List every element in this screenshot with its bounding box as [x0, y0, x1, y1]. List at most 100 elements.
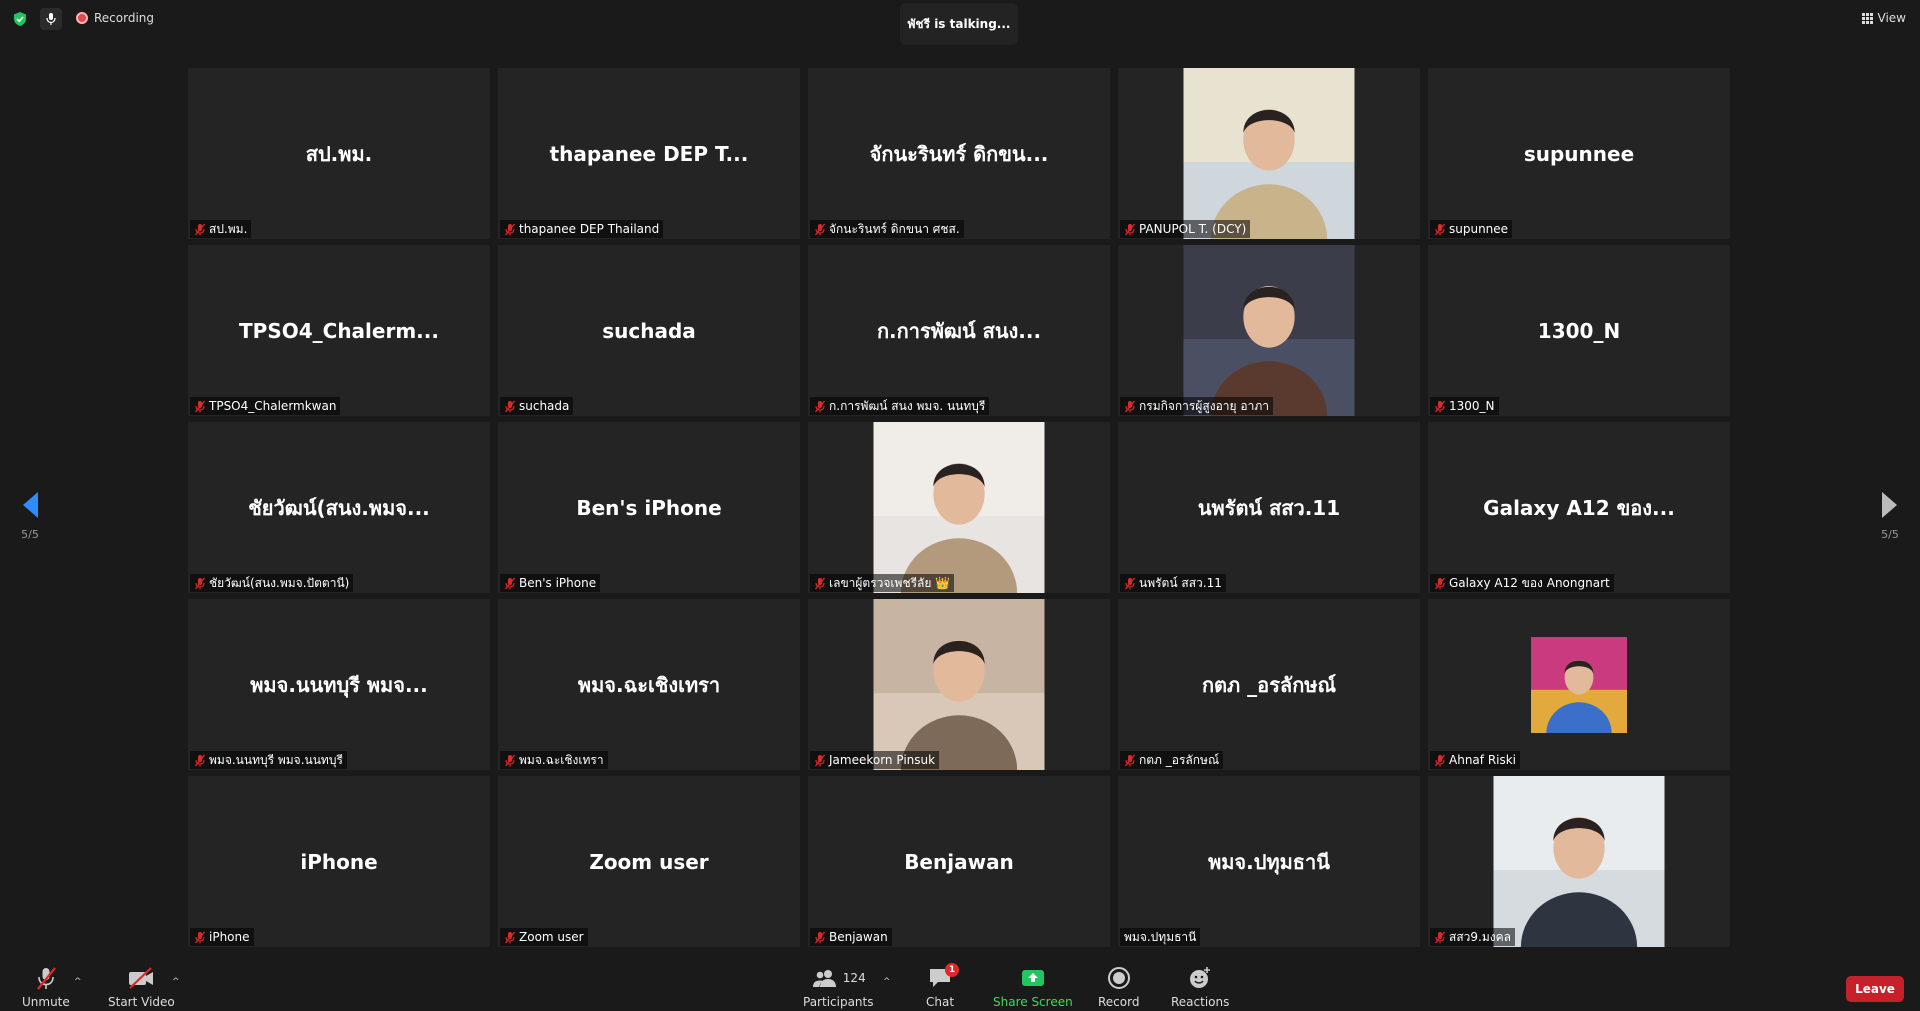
recording-indicator[interactable]: Recording [76, 11, 154, 25]
muted-mic-icon [504, 931, 516, 943]
participant-tile[interactable]: supunnee supunnee [1428, 68, 1730, 239]
leave-button[interactable]: Leave [1846, 976, 1904, 1002]
participant-name-tag: กรมกิจการผู้สูงอายุ อาภา [1120, 397, 1273, 415]
participant-tile[interactable]: Ahnaf Riski [1428, 599, 1730, 770]
participant-tile[interactable]: Jameekorn Pinsuk [808, 599, 1110, 770]
muted-mic-icon [504, 223, 516, 235]
participant-tile[interactable]: Benjawan Benjawan [808, 776, 1110, 947]
participant-name-tag: พมจ.นนทบุรี พมจ.นนทบุรี [190, 751, 347, 769]
participant-video [873, 599, 1045, 770]
reactions-label: Reactions [1171, 995, 1230, 1009]
participant-tile[interactable]: TPSO4_Chalerm... TPSO4_Chalermkwan [188, 245, 490, 416]
page-indicator-left: 5/5 [21, 528, 39, 541]
participant-display-name: thapanee DEP T... [549, 141, 749, 166]
participant-name-label: Zoom user [519, 930, 584, 944]
participant-tile[interactable]: ก.การพัฒน์ สนง... ก.การพัฒน์ สนง พมจ. นน… [808, 245, 1110, 416]
muted-mic-icon [194, 577, 206, 589]
meeting-toolbar: Unmute ^ Start Video ^ 124 Participants … [0, 953, 1920, 1011]
muted-mic-icon [194, 400, 206, 412]
participant-name-label: Benjawan [829, 930, 888, 944]
chat-button[interactable]: 1 Chat [926, 963, 960, 1009]
participant-name-tag: สสว9.มงคล [1430, 928, 1515, 946]
participant-display-name: Galaxy A12 ของ... [1483, 495, 1675, 520]
next-page-button[interactable]: 5/5 [1870, 490, 1910, 541]
participant-display-name: กตภ _อรลักษณ์ [1201, 672, 1337, 697]
participant-tile[interactable]: iPhone iPhone [188, 776, 490, 947]
participant-display-name: Benjawan [904, 849, 1014, 874]
participant-video [873, 422, 1045, 593]
participant-display-name: พมจ.นนทบุรี พมจ... [250, 672, 428, 697]
muted-mic-icon [1434, 577, 1446, 589]
previous-page-button[interactable]: 5/5 [10, 490, 50, 541]
participant-tile[interactable]: จักนะรินทร์ ดิกขน... จักนะรินทร์ ดิกขนา … [808, 68, 1110, 239]
participant-name-label: สสว9.มงคล [1449, 929, 1511, 944]
participant-name-label: iPhone [209, 930, 250, 944]
participants-label: Participants [803, 995, 874, 1009]
participant-name-label: พมจ.นนทบุรี พมจ.นนทบุรี [209, 752, 343, 767]
record-icon [1107, 963, 1131, 993]
record-button[interactable]: Record [1098, 963, 1139, 1009]
muted-mic-icon [33, 963, 59, 993]
start-video-button[interactable]: Start Video [108, 963, 175, 1009]
video-off-icon [127, 963, 155, 993]
audio-options-caret[interactable]: ^ [74, 977, 82, 987]
muted-mic-icon [194, 754, 206, 766]
participant-tile[interactable]: สสว9.มงคล [1428, 776, 1730, 947]
participant-tile[interactable]: พมจ.นนทบุรี พมจ... พมจ.นนทบุรี พมจ.นนทบุ… [188, 599, 490, 770]
participant-tile[interactable]: กรมกิจการผู้สูงอายุ อาภา [1118, 245, 1420, 416]
participant-video [1183, 245, 1355, 416]
participant-display-name: supunnee [1523, 141, 1635, 166]
reactions-button[interactable]: Reactions [1171, 963, 1229, 1009]
muted-mic-icon [814, 577, 826, 589]
participant-tile[interactable]: Ben's iPhone Ben's iPhone [498, 422, 800, 593]
grid-view-icon [1861, 12, 1873, 24]
participant-name-tag: iPhone [190, 928, 254, 946]
participant-name-label: กตภ _อรลักษณ์ [1139, 752, 1220, 767]
participant-tile[interactable]: thapanee DEP T... thapanee DEP Thailand [498, 68, 800, 239]
unmute-button[interactable]: Unmute [22, 963, 70, 1009]
participant-display-name: จักนะรินทร์ ดิกขน... [869, 141, 1049, 166]
participant-tile[interactable]: เลขาผู้ตรวจเพชรีลัย 👑 [808, 422, 1110, 593]
muted-mic-icon [1124, 223, 1136, 235]
chat-badge: 1 [945, 963, 960, 977]
participant-tile[interactable]: สป.พม. สป.พม. [188, 68, 490, 239]
muted-mic-icon [1434, 223, 1446, 235]
participant-tile[interactable]: PANUPOL T. (DCY) [1118, 68, 1420, 239]
participants-button[interactable]: 124 Participants [803, 963, 874, 1009]
chat-icon: 1 [927, 963, 960, 993]
chat-label: Chat [926, 995, 955, 1009]
participant-name-tag: suchada [500, 397, 574, 415]
participant-tile[interactable]: ชัยวัฒน์(สนง.พมจ... ชัยวัฒน์(สนง.พมจ.ปัต… [188, 422, 490, 593]
muted-mic-icon [194, 223, 206, 235]
muted-mic-icon [1434, 754, 1446, 766]
participants-icon-wrap: 124 [811, 963, 866, 993]
active-speaker-banner: พัชรี is talking... [900, 3, 1018, 45]
participant-tile[interactable]: 1300_N 1300_N [1428, 245, 1730, 416]
participant-display-name: suchada [602, 318, 696, 343]
muted-mic-icon [504, 577, 516, 589]
share-screen-button[interactable]: Share Screen [993, 963, 1073, 1009]
participant-tile[interactable]: พมจ.ปทุมธานี พมจ.ปทุมธานี [1118, 776, 1420, 947]
participant-tile[interactable]: Galaxy A12 ของ... Galaxy A12 ของ Anongna… [1428, 422, 1730, 593]
muted-mic-icon [504, 400, 516, 412]
audio-status-icon[interactable] [40, 8, 62, 30]
participants-options-caret[interactable]: ^ [883, 977, 891, 987]
participant-name-tag: ก.การพัฒน์ สนง พมจ. นนทบุรี [810, 397, 990, 415]
security-shield-icon[interactable] [12, 11, 28, 27]
participant-tile[interactable]: suchada suchada [498, 245, 800, 416]
record-label: Record [1098, 995, 1140, 1009]
muted-mic-icon [1434, 400, 1446, 412]
participant-tile[interactable]: กตภ _อรลักษณ์ กตภ _อรลักษณ์ [1118, 599, 1420, 770]
video-options-caret[interactable]: ^ [172, 977, 180, 987]
arrow-left-icon [23, 492, 38, 518]
participant-tile[interactable]: นพรัตน์ สสว.11 นพรัตน์ สสว.11 [1118, 422, 1420, 593]
muted-mic-icon [1434, 931, 1446, 943]
view-button[interactable]: View [1861, 11, 1906, 25]
participant-name-tag: supunnee [1430, 220, 1513, 238]
participant-display-name: TPSO4_Chalerm... [239, 318, 439, 343]
zoom-meeting-window: Recording พัชรี is talking... View 5/5 5… [0, 0, 1920, 1011]
participant-name-tag: Jameekorn Pinsuk [810, 751, 940, 769]
participant-tile[interactable]: พมจ.ฉะเชิงเทรา พมจ.ฉะเชิงเทรา [498, 599, 800, 770]
participant-tile[interactable]: Zoom user Zoom user [498, 776, 800, 947]
muted-mic-icon [1124, 400, 1136, 412]
